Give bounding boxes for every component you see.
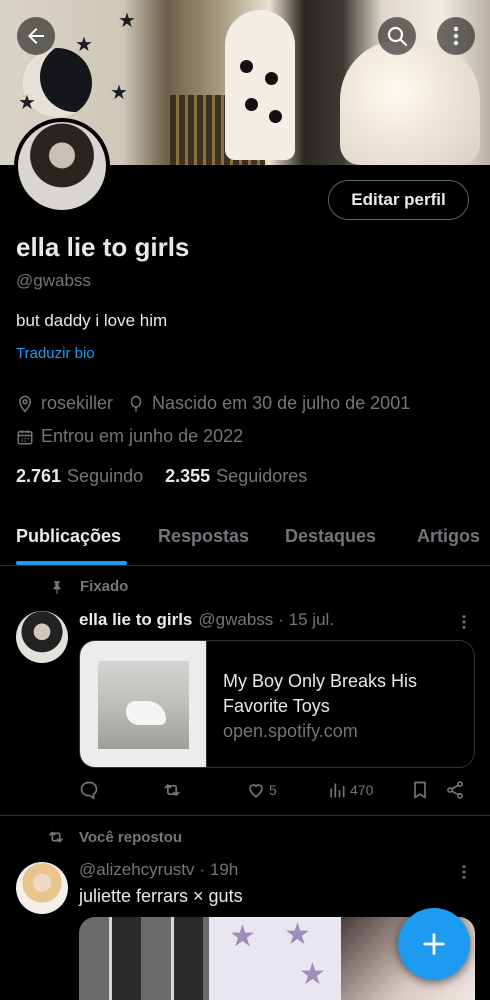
calendar-icon [17, 429, 33, 444]
post-menu-button[interactable] [455, 613, 473, 635]
reply-icon [80, 781, 98, 800]
share-icon [447, 781, 463, 799]
banner-star: ★ [18, 92, 36, 114]
post-actions: 5 470 [79, 780, 475, 806]
location-text: rosekiller [41, 393, 114, 413]
media-image [79, 917, 209, 1000]
card-domain: open.spotify.com [223, 721, 358, 741]
view-count: 470 [350, 782, 374, 798]
profile-tabs: Publicações Respostas Destaques Artigos [0, 514, 490, 566]
post-header: ella lie to girls @gwabss · 15 jul. [79, 610, 334, 630]
banner-star: ★ [118, 10, 136, 32]
birthday-text: Nascido em 30 de julho de 2001 [152, 393, 411, 413]
location-pin-icon [18, 395, 32, 413]
birthday: Nascido em 30 de julho de 2001 [127, 393, 410, 414]
pinned-label: Fixado [50, 578, 128, 595]
like-count: 5 [269, 782, 277, 798]
bookmark-icon [414, 781, 426, 799]
media-image: ★ ★ ★ [209, 917, 341, 1000]
profile-avatar[interactable] [14, 118, 110, 214]
tab-publicacoes[interactable]: Publicações [16, 526, 121, 547]
post-author-name[interactable]: ella lie to girls [79, 610, 192, 630]
tab-destaques[interactable]: Destaques [285, 526, 376, 547]
search-button[interactable] [378, 17, 416, 55]
joined-date: Entrou em junho de 2022 [16, 426, 243, 447]
repost-icon [164, 784, 180, 796]
reposted-text: Você repostou [79, 828, 183, 846]
bookmark-button[interactable] [410, 780, 433, 800]
post-divider [0, 815, 490, 816]
display-name: ella lie to girls [16, 232, 190, 262]
tab-respostas[interactable]: Respostas [158, 526, 249, 547]
banner-figure [225, 10, 295, 160]
tab-artigos[interactable]: Artigos [417, 526, 480, 547]
share-button[interactable] [445, 780, 468, 800]
search-icon [387, 26, 408, 47]
back-button[interactable] [17, 17, 55, 55]
reply-button[interactable] [79, 780, 102, 800]
post-time[interactable]: · 15 jul. [278, 610, 334, 630]
follow-stats: 2.761 Seguindo 2.355 Seguidores [16, 466, 329, 487]
banner-star: ★ [75, 34, 93, 56]
more-vertical-icon [462, 615, 466, 629]
views-button[interactable]: 470 [327, 780, 373, 800]
post-author-avatar[interactable] [16, 862, 68, 914]
arrow-left-icon [28, 28, 44, 44]
post-time[interactable]: · 19h [200, 860, 239, 880]
compose-button[interactable] [398, 908, 470, 980]
link-preview-card[interactable]: My Boy Only Breaks His Favorite Toys ope… [79, 640, 475, 768]
active-tab-indicator [16, 561, 127, 565]
plus-icon [423, 933, 445, 955]
joined-text: Entrou em junho de 2022 [41, 426, 244, 446]
following-count[interactable]: 2.761 [16, 466, 61, 487]
card-title: My Boy Only Breaks His Favorite Toys [223, 671, 418, 716]
user-handle: @gwabss [16, 271, 91, 290]
location: rosekiller [16, 393, 113, 414]
pinned-text: Fixado [80, 578, 129, 595]
repost-icon [49, 831, 63, 843]
post-author-avatar[interactable] [16, 611, 68, 663]
album-cover-thumbnail [80, 641, 207, 767]
like-button[interactable]: 5 [246, 780, 277, 800]
post-author-handle[interactable]: @gwabss [198, 610, 273, 630]
edit-profile-button[interactable]: Editar perfil [328, 180, 469, 220]
followers-label[interactable]: Seguidores [216, 466, 307, 487]
reposted-label: Você repostou [47, 828, 182, 846]
balloon-icon [130, 395, 142, 411]
post-menu-button[interactable] [455, 863, 473, 885]
more-vertical-icon [462, 865, 466, 879]
post-text: juliette ferrars × guts [79, 886, 243, 906]
banner-star: ★ [110, 82, 128, 104]
profile-joined-row: Entrou em junho de 2022 [16, 426, 257, 447]
repost-button[interactable] [162, 780, 185, 800]
bio-text: but daddy i love him [16, 311, 168, 330]
translate-bio-link[interactable]: Traduzir bio [16, 345, 95, 362]
followers-count[interactable]: 2.355 [165, 466, 210, 487]
post-header: @alizehcyrustv · 19h [79, 860, 238, 880]
following-label[interactable]: Seguindo [67, 466, 143, 487]
analytics-icon [330, 783, 345, 798]
post-author-handle[interactable]: @alizehcyrustv [79, 860, 195, 880]
profile-meta-row: rosekiller Nascido em 30 de julho de 200… [16, 393, 424, 414]
banner-dress [340, 40, 480, 165]
more-button[interactable] [437, 17, 475, 55]
more-vertical-icon [453, 26, 459, 46]
pin-icon [53, 580, 61, 594]
heart-icon [249, 784, 263, 798]
